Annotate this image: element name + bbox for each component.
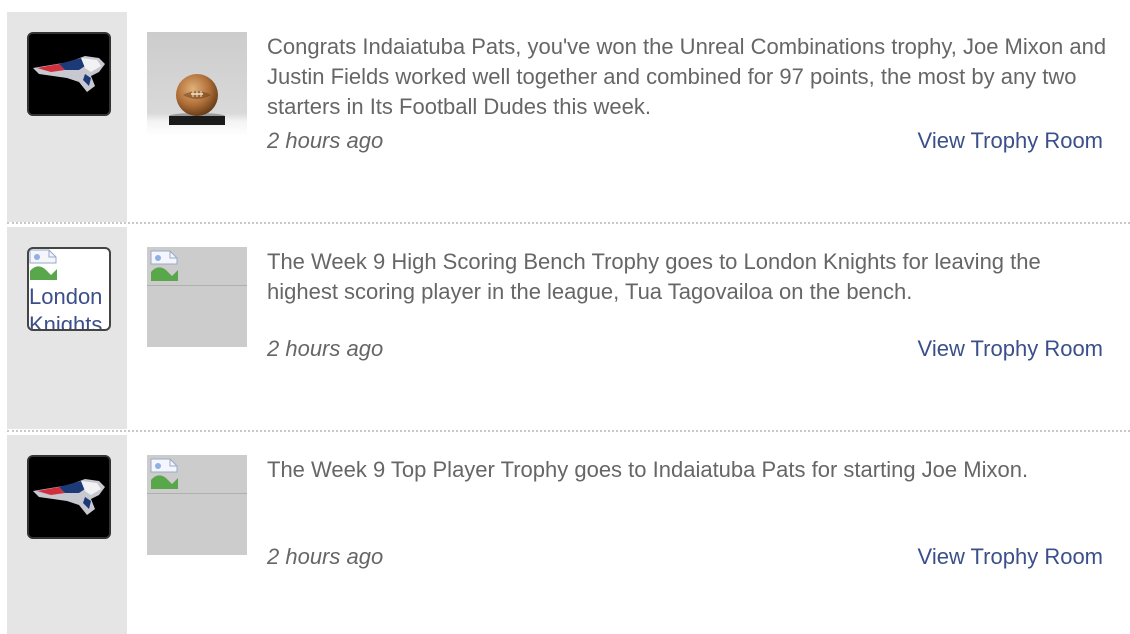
feed-item: Congrats Indaiatuba Pats, you've won the… xyxy=(0,12,1130,222)
feed-divider xyxy=(7,430,1130,432)
trophy-image xyxy=(147,455,247,555)
trophy-feed: Congrats Indaiatuba Pats, you've won the… xyxy=(0,0,1130,634)
team-avatar[interactable] xyxy=(27,32,111,116)
trophy-image xyxy=(147,32,247,136)
view-trophy-room-link[interactable]: View Trophy Room xyxy=(918,336,1103,362)
patriots-logo-icon xyxy=(29,34,109,114)
trophy-image xyxy=(147,247,247,347)
trophy-message: The Week 9 High Scoring Bench Trophy goe… xyxy=(267,249,1041,304)
placeholder-divider xyxy=(147,493,247,494)
feed-item: London Knights The Week 9 High Scoring B… xyxy=(0,227,1130,429)
broken-image-icon xyxy=(29,249,57,280)
patriots-logo-icon xyxy=(29,457,109,537)
team-avatar[interactable] xyxy=(27,455,111,539)
trophy-message: The Week 9 Top Player Trophy goes to Ind… xyxy=(267,457,1029,482)
feed-divider xyxy=(7,222,1130,224)
trophy-message: Congrats Indaiatuba Pats, you've won the… xyxy=(267,34,1107,119)
football-trophy-icon xyxy=(169,74,225,125)
view-trophy-room-link[interactable]: View Trophy Room xyxy=(918,544,1103,570)
placeholder-divider xyxy=(147,285,247,286)
broken-image-icon xyxy=(150,458,178,489)
timestamp: 2 hours ago xyxy=(267,128,384,153)
avatar-alt-text: London Knights xyxy=(29,284,103,331)
team-avatar[interactable]: London Knights xyxy=(27,247,111,331)
view-trophy-room-link[interactable]: View Trophy Room xyxy=(918,128,1103,154)
feed-item: The Week 9 Top Player Trophy goes to Ind… xyxy=(0,435,1130,634)
timestamp: 2 hours ago xyxy=(267,544,384,569)
timestamp: 2 hours ago xyxy=(267,336,384,361)
broken-image-icon xyxy=(150,250,178,281)
